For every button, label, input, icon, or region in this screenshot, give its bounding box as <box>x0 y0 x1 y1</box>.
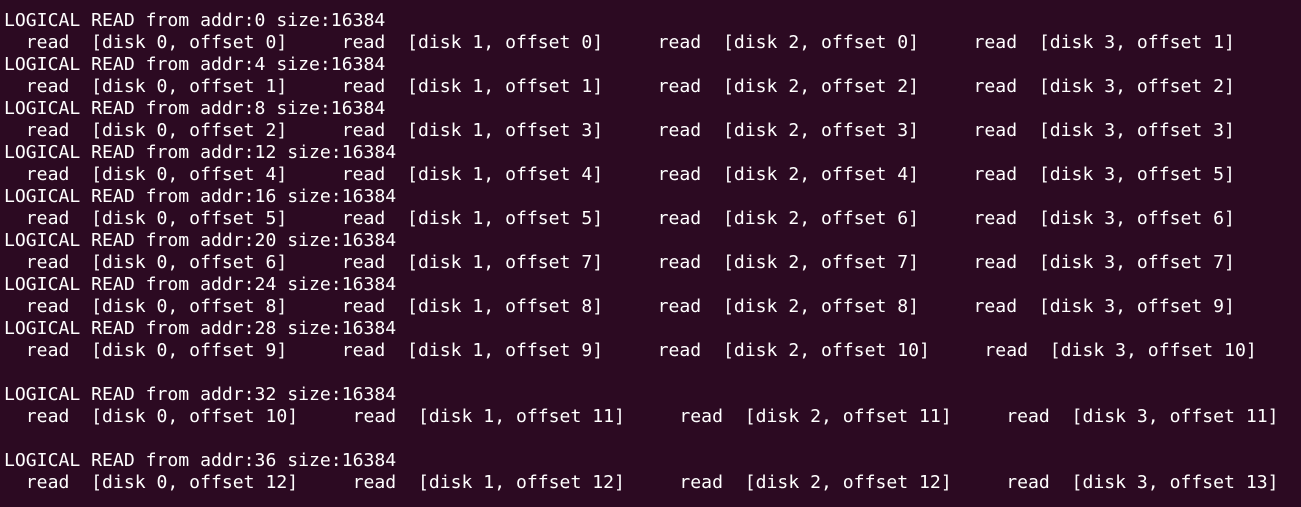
terminal-output[interactable]: LOGICAL READ from addr:0 size:16384 read… <box>0 0 1301 507</box>
log-header: LOGICAL READ from addr:24 size:16384 <box>4 274 397 295</box>
read-line: read [disk 0, offset 1] read [disk 1, of… <box>4 76 1235 97</box>
log-header: LOGICAL READ from addr:0 size:16384 <box>4 10 386 31</box>
read-line: read [disk 0, offset 5] read [disk 1, of… <box>4 208 1235 229</box>
log-header: LOGICAL READ from addr:20 size:16384 <box>4 230 397 251</box>
log-header: LOGICAL READ from addr:28 size:16384 <box>4 318 397 339</box>
read-line: read [disk 0, offset 6] read [disk 1, of… <box>4 252 1235 273</box>
read-line: read [disk 0, offset 10] read [disk 1, o… <box>4 406 1279 427</box>
read-line: read [disk 0, offset 2] read [disk 1, of… <box>4 120 1235 141</box>
read-line: read [disk 0, offset 9] read [disk 1, of… <box>4 340 1257 361</box>
read-line: read [disk 0, offset 8] read [disk 1, of… <box>4 296 1235 317</box>
log-header: LOGICAL READ from addr:4 size:16384 <box>4 54 386 75</box>
log-header: LOGICAL READ from addr:16 size:16384 <box>4 186 397 207</box>
read-line: read [disk 0, offset 0] read [disk 1, of… <box>4 32 1235 53</box>
log-header: LOGICAL READ from addr:12 size:16384 <box>4 142 397 163</box>
log-header: LOGICAL READ from addr:36 size:16384 <box>4 450 397 471</box>
read-line: read [disk 0, offset 12] read [disk 1, o… <box>4 472 1279 493</box>
log-header: LOGICAL READ from addr:32 size:16384 <box>4 384 397 405</box>
log-header: LOGICAL READ from addr:8 size:16384 <box>4 98 386 119</box>
read-line: read [disk 0, offset 4] read [disk 1, of… <box>4 164 1235 185</box>
